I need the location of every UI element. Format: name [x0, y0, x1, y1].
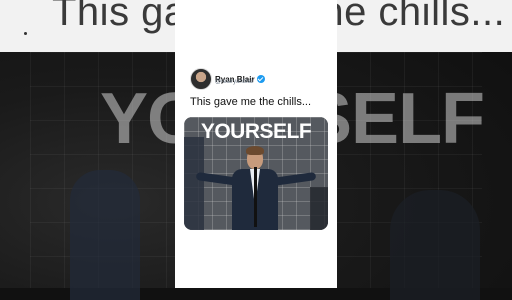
- video-overlay-word: YOURSELF: [200, 120, 312, 143]
- verified-badge-icon: [256, 75, 265, 83]
- person-hair: [246, 146, 264, 155]
- author-handle[interactable]: @realryanblair: [215, 79, 254, 85]
- video-side-figure-left: [184, 137, 204, 230]
- background-figure-left: [70, 170, 140, 300]
- tweet-header: Ryan Blair @realryanblair: [190, 68, 330, 94]
- tweet-video[interactable]: YOURSELF: [184, 117, 328, 230]
- microphone-stand: [254, 167, 257, 227]
- tweet-text: This gave me the chills...: [190, 96, 312, 108]
- video-side-figure-right: [310, 187, 328, 230]
- background-figure-right: [390, 190, 480, 300]
- background-dot: [24, 32, 27, 35]
- avatar[interactable]: [190, 68, 212, 90]
